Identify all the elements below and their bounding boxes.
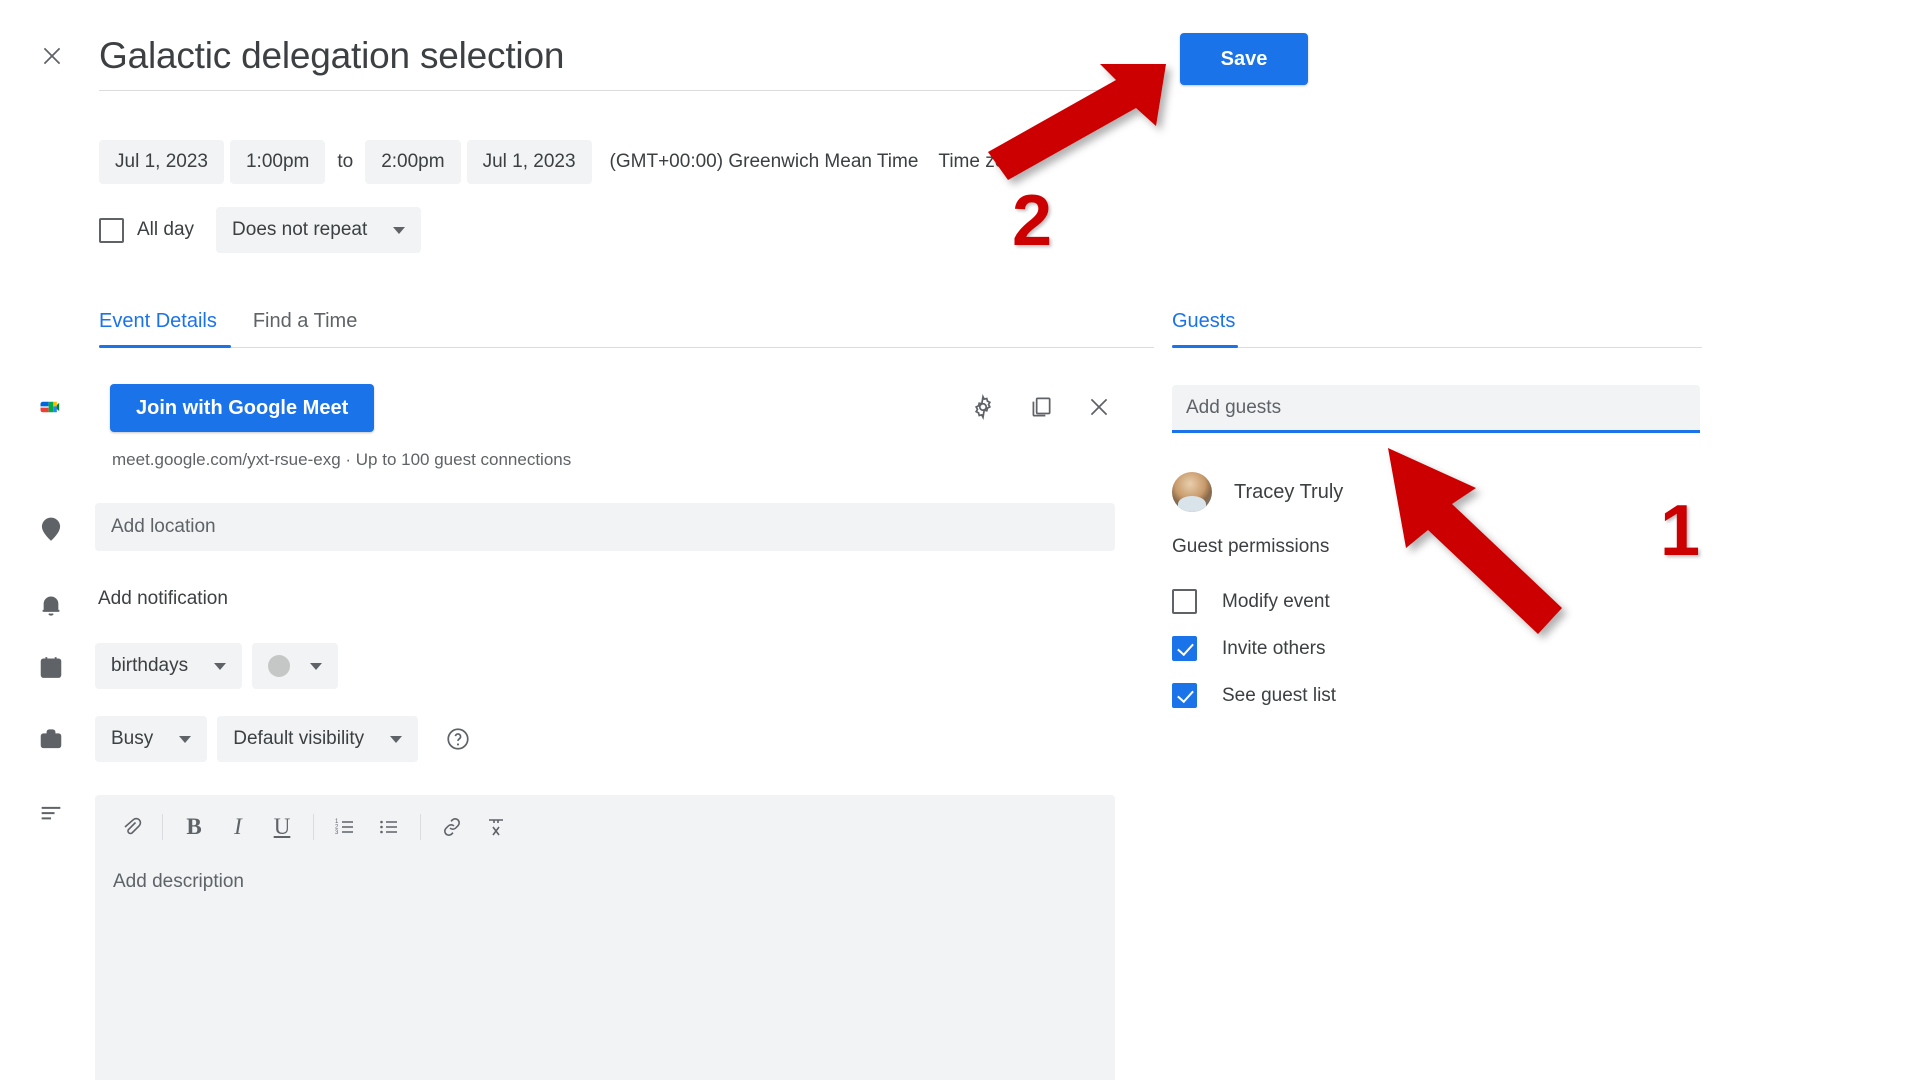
chevron-down-icon: [214, 663, 226, 670]
schedule-row: Jul 1, 2023 1:00pm to 2:00pm Jul 1, 2023…: [99, 140, 1040, 184]
chevron-down-icon: [390, 736, 402, 743]
description-toolbar: B I U 1 2 3: [95, 795, 1115, 849]
attach-icon[interactable]: [109, 805, 153, 849]
tab-event-details[interactable]: Event Details: [99, 310, 223, 347]
guest-name: Tracey Truly: [1234, 481, 1343, 504]
gear-icon[interactable]: [968, 392, 998, 422]
guest-permissions-list: Modify event Invite others See guest lis…: [1172, 578, 1336, 719]
link-icon[interactable]: [430, 805, 474, 849]
description-editor[interactable]: B I U 1 2 3: [95, 795, 1115, 1080]
bulleted-list-icon[interactable]: [367, 805, 411, 849]
permission-label: Modify event: [1222, 591, 1330, 613]
save-button[interactable]: Save: [1180, 33, 1308, 85]
svg-text:3: 3: [335, 830, 339, 836]
chevron-down-icon: [310, 663, 322, 670]
add-notification-button[interactable]: Add notification: [92, 582, 234, 616]
visibility-select[interactable]: Default visibility: [217, 716, 418, 762]
guest-list-item[interactable]: Tracey Truly: [1172, 472, 1343, 512]
all-day-label: All day: [137, 219, 194, 241]
right-tabs: Guests: [1172, 310, 1702, 348]
underline-icon[interactable]: U: [260, 805, 304, 849]
toolbar-divider: [162, 814, 163, 840]
page-title[interactable]: Galactic delegation selection: [99, 28, 1129, 84]
permission-invite-others[interactable]: Invite others: [1172, 625, 1336, 672]
left-tabs: Event Details Find a Time: [99, 310, 1154, 348]
location-input[interactable]: [95, 503, 1115, 551]
join-google-meet-button[interactable]: Join with Google Meet: [110, 384, 374, 432]
chevron-down-icon: [393, 227, 405, 234]
toolbar-divider: [420, 814, 421, 840]
calendar-color-row: birthdays: [95, 643, 338, 689]
end-time-chip[interactable]: 2:00pm: [365, 140, 460, 184]
timezone-text: (GMT+00:00) Greenwich Mean Time: [598, 151, 919, 173]
annotation-arrow-1: [1380, 430, 1680, 670]
calendar-icon: [34, 650, 68, 684]
description-lines-icon: [34, 795, 68, 829]
event-editor-page: Galactic delegation selection Save Jul 1…: [0, 0, 1920, 1080]
allday-repeat-row: All day Does not repeat: [99, 207, 421, 253]
start-date-chip[interactable]: Jul 1, 2023: [99, 140, 224, 184]
color-swatch: [268, 655, 290, 677]
visibility-value: Default visibility: [233, 728, 364, 750]
calendar-value: birthdays: [111, 655, 188, 677]
meet-link-text[interactable]: meet.google.com/yxt-rsue-exg · Up to 100…: [112, 450, 571, 470]
location-pin-icon: [34, 512, 68, 546]
copy-icon[interactable]: [1026, 392, 1056, 422]
close-icon[interactable]: [1084, 392, 1114, 422]
tab-guests[interactable]: Guests: [1172, 310, 1241, 347]
add-guests-input[interactable]: [1172, 385, 1700, 433]
google-meet-icon: [34, 390, 68, 424]
all-day-checkbox[interactable]: [99, 218, 124, 243]
busy-value: Busy: [111, 728, 153, 750]
avatar: [1172, 472, 1212, 512]
permission-label: See guest list: [1222, 685, 1336, 707]
repeat-select[interactable]: Does not repeat: [216, 207, 421, 253]
meet-actions: [968, 392, 1114, 422]
permission-see-guest-list[interactable]: See guest list: [1172, 672, 1336, 719]
permission-label: Invite others: [1222, 638, 1326, 660]
right-tabs-underline: [1172, 347, 1702, 348]
chevron-down-icon: [179, 736, 191, 743]
guest-permissions-title: Guest permissions: [1172, 536, 1329, 558]
description-placeholder: Add description: [95, 849, 1115, 915]
annotation-number-1: 1: [1660, 490, 1700, 572]
bold-icon[interactable]: B: [172, 805, 216, 849]
availability-visibility-row: Busy Default visibility: [95, 716, 472, 762]
title-divider: [99, 90, 1149, 91]
briefcase-icon: [34, 722, 68, 756]
left-tabs-underline: [99, 347, 1154, 348]
bell-icon: [34, 588, 68, 622]
repeat-value: Does not repeat: [232, 219, 367, 241]
clear-formatting-icon[interactable]: [474, 805, 518, 849]
help-icon[interactable]: [444, 725, 472, 753]
invite-others-checkbox[interactable]: [1172, 636, 1197, 661]
numbered-list-icon[interactable]: 1 2 3: [323, 805, 367, 849]
tab-find-a-time[interactable]: Find a Time: [253, 310, 363, 347]
calendar-select[interactable]: birthdays: [95, 643, 242, 689]
timezone-button[interactable]: Time zone: [924, 143, 1040, 181]
busy-select[interactable]: Busy: [95, 716, 207, 762]
see-guest-list-checkbox[interactable]: [1172, 683, 1197, 708]
permission-modify-event[interactable]: Modify event: [1172, 578, 1336, 625]
italic-icon[interactable]: I: [216, 805, 260, 849]
annotation-number-2: 2: [1012, 180, 1052, 262]
toolbar-divider: [313, 814, 314, 840]
end-date-chip[interactable]: Jul 1, 2023: [467, 140, 592, 184]
color-select[interactable]: [252, 643, 338, 689]
to-label: to: [331, 151, 359, 173]
start-time-chip[interactable]: 1:00pm: [230, 140, 325, 184]
close-icon[interactable]: [32, 36, 72, 76]
modify-event-checkbox[interactable]: [1172, 589, 1197, 614]
